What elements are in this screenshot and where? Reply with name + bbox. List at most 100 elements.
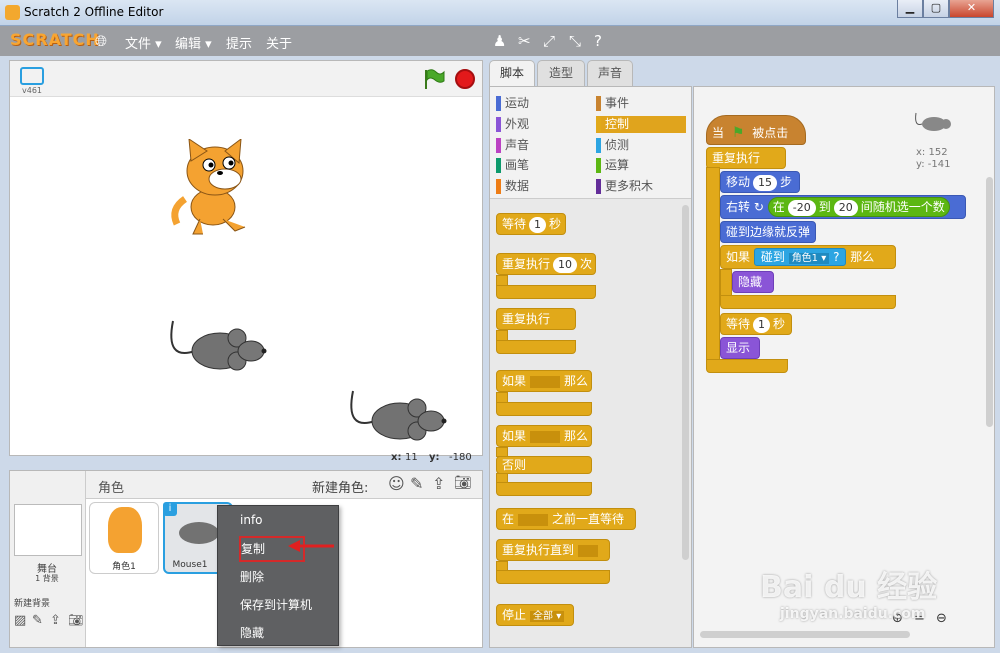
minimize-button[interactable]: ▁	[897, 0, 923, 18]
script-show[interactable]: 显示	[720, 337, 760, 359]
category-events[interactable]: 事件	[596, 95, 629, 112]
touching-sensing-block[interactable]: 碰到 角色1 ▾ ?	[753, 248, 847, 266]
touching-target-dropdown[interactable]: 角色1 ▾	[788, 253, 830, 264]
cat-sprite-on-stage[interactable]	[165, 139, 265, 239]
script-turn-right[interactable]: 右转 ↻ 在 -20 到 20 间随机选一个数	[720, 195, 966, 219]
stop-option-dropdown[interactable]: 全部 ▾	[530, 611, 565, 622]
mouse-sprite-on-stage[interactable]	[165, 316, 270, 381]
script-hide[interactable]: 隐藏	[732, 271, 774, 293]
category-more-blocks[interactable]: 更多积木	[596, 178, 653, 195]
category-looks[interactable]: 外观	[496, 116, 529, 133]
stage-thumbnail[interactable]	[14, 504, 82, 556]
category-label: 事件	[605, 96, 630, 110]
menu-about[interactable]: 关于	[266, 33, 292, 52]
help-tool-icon[interactable]: ?	[594, 32, 602, 50]
green-flag-icon[interactable]	[422, 67, 446, 91]
category-control[interactable]: 控制	[596, 116, 686, 133]
sprite-name: 角色1	[112, 562, 136, 572]
menu-file[interactable]: 文件 ▾	[125, 33, 162, 52]
globe-icon[interactable]: 🌐︎	[95, 32, 107, 50]
condition-slot[interactable]	[518, 513, 549, 526]
stage-backdrop-count: 1 背景	[35, 574, 59, 583]
script-bounce-on-edge[interactable]: 碰到边缘就反弹	[720, 221, 816, 243]
x-label: x:	[391, 452, 402, 463]
block-number-input[interactable]: 15	[753, 175, 778, 191]
script-if-then[interactable]: 如果 碰到 角色1 ▾ ? 那么	[720, 245, 896, 269]
block-text: 那么	[850, 250, 875, 264]
block-number-input[interactable]: 1	[529, 217, 547, 233]
camera-sprite-icon[interactable]: 📷︎	[454, 475, 472, 491]
upload-backdrop-icon[interactable]: ⇪	[50, 613, 61, 628]
presentation-mode-icon[interactable]	[20, 67, 44, 85]
tab-scripts[interactable]: 脚本	[489, 60, 535, 87]
palette-scrollbar[interactable]	[682, 205, 689, 560]
block-text: 等待	[726, 317, 751, 331]
script-move-steps[interactable]: 移动 15 步	[720, 171, 800, 193]
block-number-input[interactable]: 1	[753, 317, 771, 333]
turn-right-icon: ↻	[753, 200, 764, 214]
paint-sprite-icon[interactable]: ✎	[410, 474, 423, 493]
app-icon	[5, 5, 20, 20]
paint-backdrop-icon[interactable]: ✎	[32, 613, 43, 628]
palette-block-if-then[interactable]: 如果 那么	[496, 370, 592, 392]
palette-block-forever[interactable]: 重复执行	[496, 308, 576, 330]
palette-block-repeat-until[interactable]: 重复执行直到	[496, 539, 610, 561]
category-sound[interactable]: 声音	[496, 137, 529, 154]
category-data[interactable]: 数据	[496, 178, 529, 195]
block-number-input[interactable]: -20	[787, 200, 816, 216]
mouse-sprite-copy-on-stage[interactable]	[345, 386, 450, 451]
watermark-url: jingyan.baidu.com	[780, 606, 926, 622]
delete-tool-icon[interactable]: ✂	[518, 32, 531, 50]
menu-item-hide[interactable]: 隐藏	[218, 619, 338, 647]
category-label: 外观	[505, 117, 530, 131]
shrink-tool-icon[interactable]: ⤡	[569, 32, 581, 50]
upload-sprite-icon[interactable]: ⇪	[432, 474, 445, 493]
scratch-logo[interactable]: SCRATCH	[10, 30, 100, 49]
sprite-x-position: x: 152	[916, 147, 948, 158]
block-text: 停止	[502, 608, 527, 622]
palette-block-wait-until[interactable]: 在 之前一直等待	[496, 508, 636, 530]
info-icon[interactable]: i	[163, 502, 177, 516]
palette-block-wait[interactable]: 等待 1 秒	[496, 213, 566, 235]
script-hat-when-flag-clicked[interactable]: 当 ⚑ 被点击	[706, 115, 806, 145]
menu-item-delete[interactable]: 删除	[218, 563, 338, 591]
block-text: 到	[818, 200, 831, 214]
condition-slot[interactable]	[578, 544, 599, 557]
category-motion[interactable]: 运动	[496, 95, 529, 112]
script-scrollbar-vertical[interactable]	[986, 177, 993, 427]
backdrop-library-icon[interactable]: ▨	[14, 613, 26, 628]
grow-tool-icon[interactable]: ⤢	[543, 32, 555, 50]
palette-block-if-else[interactable]: 如果 那么	[496, 425, 592, 447]
sprite-library-icon[interactable]: ☺	[388, 474, 405, 493]
pick-random-block[interactable]: 在 -20 到 20 间随机选一个数	[767, 197, 950, 217]
duplicate-tool-icon[interactable]: ♟	[493, 32, 506, 50]
script-wait[interactable]: 等待 1 秒	[720, 313, 792, 335]
block-number-input[interactable]: 10	[553, 257, 578, 273]
close-button[interactable]: ✕	[949, 0, 994, 18]
category-operators[interactable]: 运算	[596, 157, 629, 174]
menu-item-save-to-computer[interactable]: 保存到计算机	[218, 591, 338, 619]
tab-costumes[interactable]: 造型	[537, 60, 585, 86]
palette-block-repeat[interactable]: 重复执行 10 次	[496, 253, 596, 275]
stage-area: v461	[9, 60, 483, 456]
block-number-input[interactable]: 20	[833, 200, 858, 216]
sprite-card-cat[interactable]: 角色1	[89, 502, 159, 574]
script-forever[interactable]: 重复执行	[706, 147, 786, 169]
tab-sounds[interactable]: 声音	[587, 60, 633, 86]
category-label: 控制	[605, 117, 630, 131]
menu-edit[interactable]: 编辑 ▾	[175, 33, 212, 52]
palette-block-stop[interactable]: 停止 全部 ▾	[496, 604, 574, 626]
condition-slot[interactable]	[530, 430, 561, 443]
y-label: y:	[429, 452, 440, 463]
maximize-button[interactable]: ▢	[923, 0, 949, 18]
block-text: 如果	[502, 374, 527, 388]
category-swatch	[496, 138, 501, 153]
menu-item-info[interactable]: info	[218, 506, 338, 534]
menu-tips[interactable]: 提示	[226, 33, 252, 52]
stop-sign-icon[interactable]	[455, 69, 475, 89]
block-text: 右转	[726, 200, 751, 214]
condition-slot[interactable]	[530, 375, 561, 388]
category-pen[interactable]: 画笔	[496, 157, 529, 174]
category-sensing[interactable]: 侦测	[596, 137, 629, 154]
camera-backdrop-icon[interactable]: 📷︎	[68, 613, 83, 627]
